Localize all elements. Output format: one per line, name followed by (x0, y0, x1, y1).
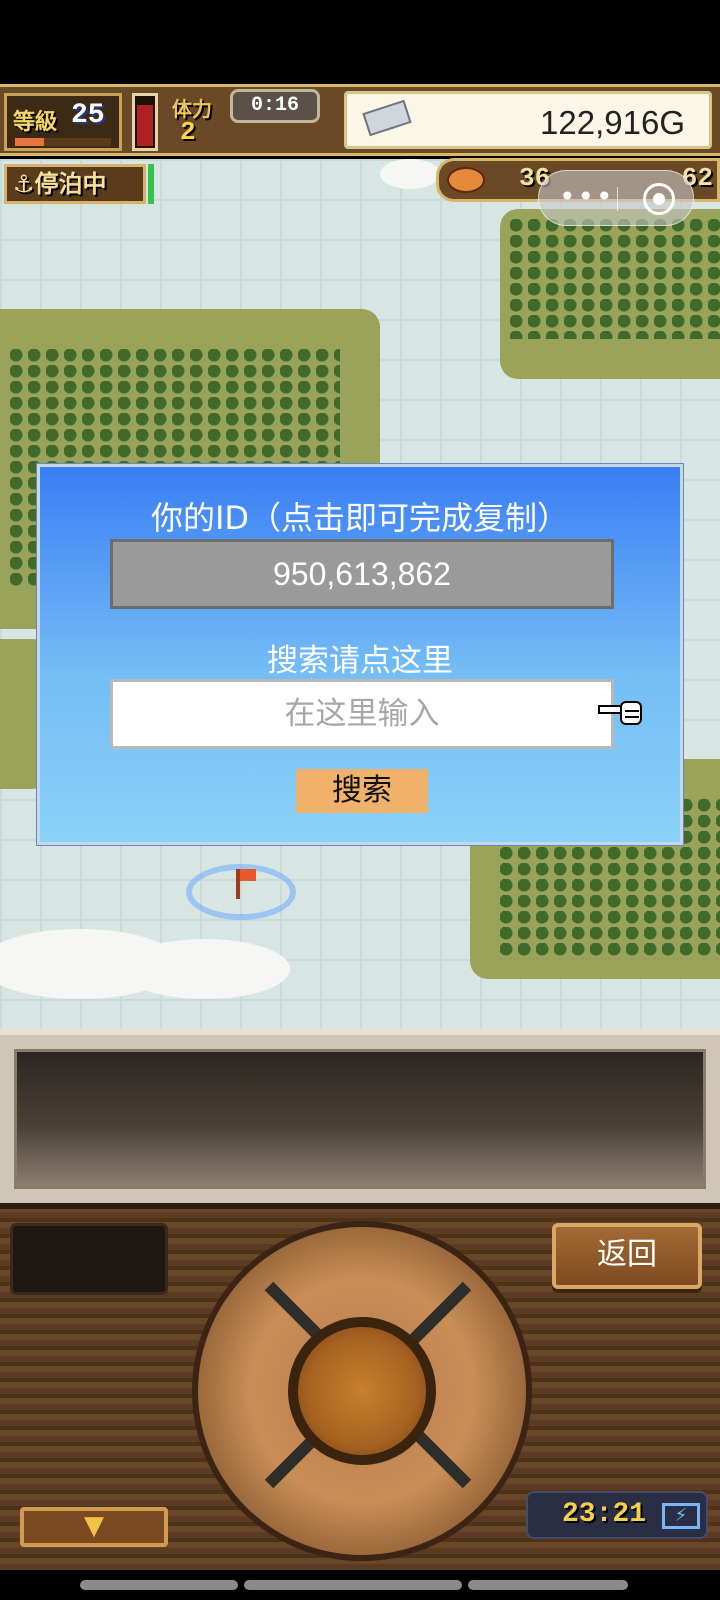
stamina-gauge-fill (137, 105, 153, 146)
stamina-gauge (132, 93, 158, 151)
stamina-value: 2 (180, 117, 196, 147)
user-id-box[interactable]: 950,613,862 (110, 539, 614, 609)
triangle-down-icon[interactable]: ▼ (20, 1507, 168, 1547)
gold-amount: 122,916G (540, 104, 685, 141)
forest-top-right (510, 219, 720, 339)
level-label: 等級 (13, 109, 58, 134)
back-button[interactable]: 返回 (552, 1223, 702, 1289)
dialog-title[interactable]: 你的ID（点击即可完成复制） (40, 493, 680, 539)
docked-indicator (148, 164, 154, 204)
cloud (380, 159, 440, 189)
level-value: 25 (71, 100, 105, 131)
dpad-center-button[interactable] (288, 1317, 436, 1465)
stamina-timer: 0:16 (230, 89, 320, 123)
navigation-bar (0, 1570, 720, 1600)
empty-slot (10, 1223, 168, 1295)
nav-handle (468, 1580, 628, 1590)
more-dots-icon[interactable]: ••• (559, 179, 613, 219)
search-hint: 搜索请点这里 (267, 643, 453, 679)
gold-panel[interactable]: 122,916G (344, 91, 712, 149)
docked-status-badge: ⚓停泊中 (4, 164, 146, 204)
message-area (14, 1049, 706, 1189)
battery-charging-icon: ⚡ (662, 1503, 700, 1529)
direction-pad[interactable] (192, 1221, 532, 1561)
clock-panel: 23:21 ⚡ (526, 1491, 708, 1539)
level-box[interactable]: 等級 25 (4, 93, 122, 151)
mini-program-capsule: ••• (538, 170, 694, 226)
level-progress-fill (15, 138, 44, 146)
target-close-icon[interactable] (643, 183, 675, 215)
control-panel: 返回 ▼ 23:21 ⚡ (0, 1203, 720, 1570)
clock-time: 23:21 (562, 1499, 647, 1530)
pointing-hand-icon (598, 701, 642, 725)
food-icon (447, 167, 485, 193)
docked-label: 停泊中 (34, 170, 107, 198)
nav-handle (80, 1580, 238, 1590)
status-bar-area (0, 0, 720, 84)
message-panel (0, 1029, 720, 1203)
silver-bar-icon (362, 99, 412, 137)
level-progress-bar (15, 138, 111, 146)
destination-flag (240, 869, 256, 881)
cloud (120, 939, 290, 999)
search-button[interactable]: 搜索 (296, 769, 428, 813)
top-hud: 等級 25 体力 2 0:16 122,916G (0, 84, 720, 156)
search-input[interactable] (110, 679, 614, 749)
capsule-divider (617, 187, 618, 211)
nav-handle (244, 1580, 462, 1590)
id-search-dialog: 你的ID（点击即可完成复制） 950,613,862 搜索请点这里 搜索 (37, 464, 683, 845)
